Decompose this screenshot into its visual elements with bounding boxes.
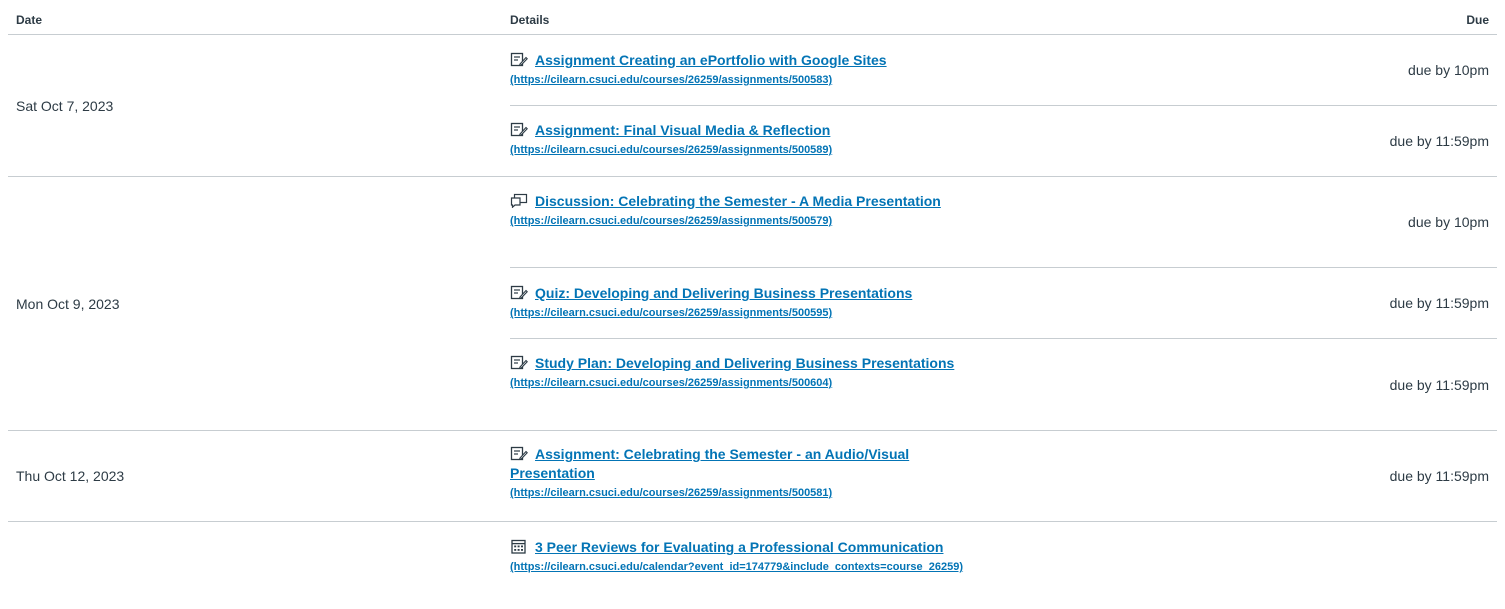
assignment-icon <box>510 355 528 370</box>
assignment-icon <box>510 52 528 67</box>
item-details: Assignment: Celebrating the Semester - a… <box>510 445 980 502</box>
due-time: due by 11:59pm <box>1389 376 1489 393</box>
assignment-link[interactable]: Assignment: Final Visual Media & Reflect… <box>535 122 830 138</box>
table-row: Assignment: Celebrating the Semester - a… <box>510 431 1497 521</box>
table-row: Study Plan: Developing and Delivering Bu… <box>510 339 1497 430</box>
quiz-link[interactable]: Quiz: Developing and Delivering Business… <box>535 285 912 301</box>
due-time: due by 11:59pm <box>1389 133 1489 149</box>
item-details: Assignment Creating an ePortfolio with G… <box>510 51 980 89</box>
group-date: Sat Oct 7, 2023 <box>16 97 114 114</box>
group-date: Mon Oct 9, 2023 <box>16 295 120 312</box>
discussion-link[interactable]: Discussion: Celebrating the Semester - A… <box>535 193 941 209</box>
discussion-icon <box>510 193 528 208</box>
assignment-url-link[interactable]: (https://cilearn.csuci.edu/courses/26259… <box>510 377 832 389</box>
assignment-url-link[interactable]: (https://cilearn.csuci.edu/courses/26259… <box>510 487 832 499</box>
calendar-url-link[interactable]: (https://cilearn.csuci.edu/calendar?even… <box>510 561 963 573</box>
date-group: Thu Oct 12, 2023 Assignment: Celebrating… <box>8 431 1497 522</box>
assignment-icon <box>510 122 528 137</box>
study-plan-link[interactable]: Study Plan: Developing and Delivering Bu… <box>535 355 954 371</box>
item-details: Assignment: Final Visual Media & Reflect… <box>510 121 980 159</box>
column-header-details: Details <box>510 13 550 27</box>
assignment-url-link[interactable]: (https://cilearn.csuci.edu/courses/26259… <box>510 144 832 156</box>
table-header: Date Details Due <box>8 0 1497 35</box>
due-time: due by 11:59pm <box>1389 295 1489 311</box>
group-date: Thu Oct 12, 2023 <box>16 468 125 484</box>
date-group: Mon Oct 9, 2023 Discussion: Celebrating … <box>8 177 1497 431</box>
assignment-icon <box>510 446 528 461</box>
assignment-link[interactable]: Assignment: Celebrating the Semester - a… <box>510 446 909 481</box>
item-details: Study Plan: Developing and Delivering Bu… <box>510 354 980 392</box>
item-details: Discussion: Celebrating the Semester - A… <box>510 192 980 230</box>
table-row: Quiz: Developing and Delivering Business… <box>510 268 1497 339</box>
calendar-event-link[interactable]: 3 Peer Reviews for Evaluating a Professi… <box>535 539 943 555</box>
table-row: Assignment: Final Visual Media & Reflect… <box>510 106 1497 176</box>
table-row: Assignment Creating an ePortfolio with G… <box>510 35 1497 106</box>
column-header-due: Due <box>1466 13 1489 27</box>
date-group: Sat Oct 7, 2023 Assignment Creating an e… <box>8 35 1497 177</box>
assignment-url-link[interactable]: (https://cilearn.csuci.edu/courses/26259… <box>510 74 832 86</box>
table-row: Discussion: Celebrating the Semester - A… <box>510 177 1497 268</box>
table-row: 3 Peer Reviews for Evaluating a Professi… <box>510 522 1497 609</box>
assignment-url-link[interactable]: (https://cilearn.csuci.edu/courses/26259… <box>510 215 832 227</box>
column-header-date: Date <box>16 13 43 27</box>
assignment-icon <box>510 285 528 300</box>
due-time: due by 10pm <box>1408 62 1489 78</box>
assignment-link[interactable]: Assignment Creating an ePortfolio with G… <box>535 52 887 68</box>
syllabus-summary: Date Details Due Sat Oct 7, 2023 Assignm… <box>0 0 1505 609</box>
item-details: 3 Peer Reviews for Evaluating a Professi… <box>510 538 980 576</box>
item-details: Quiz: Developing and Delivering Business… <box>510 284 980 322</box>
calendar-icon <box>510 539 528 554</box>
due-time: due by 11:59pm <box>1389 468 1489 484</box>
date-group: 3 Peer Reviews for Evaluating a Professi… <box>8 522 1497 609</box>
due-time: due by 10pm <box>1408 214 1489 230</box>
assignment-url-link[interactable]: (https://cilearn.csuci.edu/courses/26259… <box>510 307 832 319</box>
